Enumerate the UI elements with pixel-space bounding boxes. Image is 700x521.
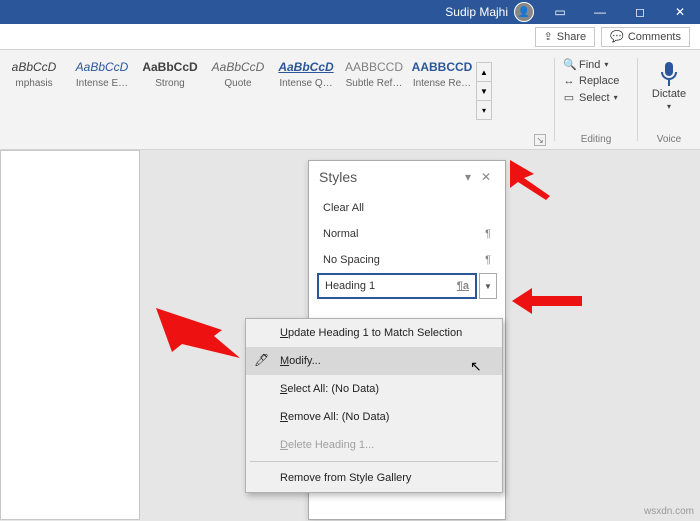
editing-group-label: Editing — [555, 134, 637, 145]
find-icon: 🔍 — [563, 58, 575, 71]
comment-icon: 💬 — [610, 30, 624, 43]
styles-pane-item-no-spacing[interactable]: No Spacing¶ — [317, 247, 497, 273]
annotation-arrow-1 — [510, 160, 570, 200]
styles-pane-item-heading1[interactable]: Heading 1¶a — [317, 273, 477, 299]
minimize-button[interactable]: ― — [580, 0, 620, 24]
style-intense-quote[interactable]: AaBbCcDIntense Q… — [272, 56, 340, 93]
share-button[interactable]: ⇪Share — [535, 27, 596, 47]
select-button[interactable]: ▭Select ▾ — [561, 89, 631, 106]
annotation-arrow-3 — [150, 308, 240, 362]
close-button[interactable]: ✕ — [660, 0, 700, 24]
share-bar: ⇪Share 💬Comments — [0, 24, 700, 50]
modify-icon: 🖊 — [254, 353, 269, 367]
titlebar: Sudip Majhi 👤 ▭ ― ◻ ✕ — [0, 0, 700, 24]
dictate-button[interactable]: Dictate▾ — [644, 88, 694, 112]
ctx-update-to-match[interactable]: Update Heading 1 to Match Selection — [246, 319, 502, 347]
ctx-separator — [250, 461, 498, 462]
avatar[interactable]: 👤 — [514, 2, 534, 22]
gallery-more-icon[interactable]: ▾ — [477, 101, 491, 119]
voice-group-label: Voice — [638, 134, 700, 145]
style-emphasis[interactable]: aBbCcDmphasis — [0, 56, 68, 93]
ctx-remove-all[interactable]: Remove All: (No Data) — [246, 403, 502, 431]
ctx-delete: Delete Heading 1... — [246, 431, 502, 459]
style-quote[interactable]: AaBbCcDQuote — [204, 56, 272, 93]
ctx-select-all[interactable]: Select All: (No Data) — [246, 375, 502, 403]
dictate-icon[interactable] — [659, 60, 679, 88]
styles-pane-clear-all[interactable]: Clear All — [317, 195, 497, 221]
watermark: wsxdn.com — [644, 506, 694, 517]
replace-button[interactable]: ↔Replace — [561, 73, 631, 89]
styles-pane-title: Styles — [319, 169, 459, 185]
ribbon-display-icon[interactable]: ▭ — [540, 0, 580, 24]
style-context-menu: Update Heading 1 to Match Selection 🖊Mod… — [245, 318, 503, 493]
user-name: Sudip Majhi — [445, 5, 508, 19]
styles-gallery: aBbCcDmphasis AaBbCcDIntense E… AaBbCcDS… — [0, 50, 554, 149]
editing-group: 🔍Find ▾ ↔Replace ▭Select ▾ Editing — [555, 50, 637, 149]
styles-pane-item-normal[interactable]: Normal¶ — [317, 221, 497, 247]
maximize-button[interactable]: ◻ — [620, 0, 660, 24]
gallery-down-icon[interactable]: ▼ — [477, 82, 491, 101]
find-button[interactable]: 🔍Find ▾ — [561, 56, 631, 73]
style-intense-reference[interactable]: AABBCCDIntense Re… — [408, 56, 476, 93]
styles-pane-close-icon[interactable]: ✕ — [477, 170, 495, 184]
gallery-up-icon[interactable]: ▲ — [477, 63, 491, 82]
styles-dialog-launcher[interactable]: ↘ — [534, 134, 546, 146]
select-icon: ▭ — [563, 91, 575, 104]
annotation-arrow-2 — [512, 288, 582, 314]
style-subtle-reference[interactable]: AABBCCDSubtle Ref… — [340, 56, 408, 93]
ctx-remove-from-gallery[interactable]: Remove from Style Gallery — [246, 464, 502, 492]
document-page[interactable] — [0, 150, 140, 520]
voice-group: Dictate▾ Voice — [638, 50, 700, 149]
style-strong[interactable]: AaBbCcDStrong — [136, 56, 204, 93]
styles-pane-options-icon[interactable]: ▾ — [459, 170, 477, 184]
ctx-modify[interactable]: 🖊Modify... — [246, 347, 502, 375]
replace-icon: ↔ — [563, 75, 575, 87]
style-intense-emphasis[interactable]: AaBbCcDIntense E… — [68, 56, 136, 93]
comments-button[interactable]: 💬Comments — [601, 27, 690, 47]
ribbon: aBbCcDmphasis AaBbCcDIntense E… AaBbCcDS… — [0, 50, 700, 150]
styles-pane-item-dropdown[interactable]: ▼ — [479, 273, 497, 299]
share-icon: ⇪ — [544, 30, 553, 43]
gallery-scroll[interactable]: ▲ ▼ ▾ — [476, 62, 492, 120]
